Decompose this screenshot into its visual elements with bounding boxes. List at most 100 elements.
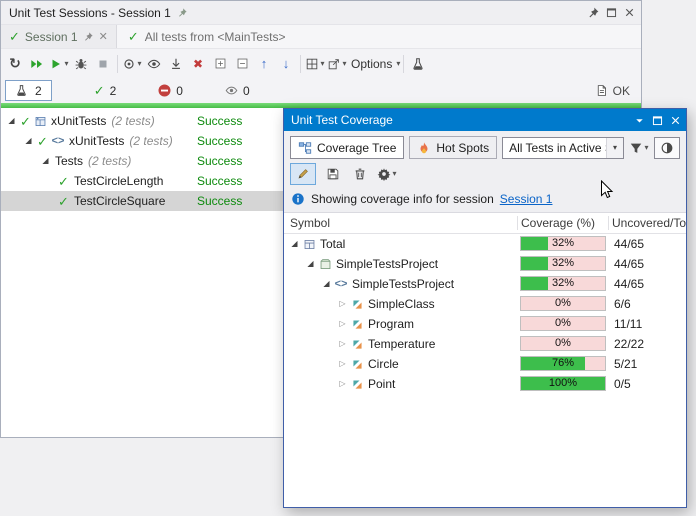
uncovered-value: 44/65: [614, 257, 644, 271]
new-session-button[interactable]: [407, 53, 429, 75]
success-check-icon: ✓: [18, 115, 33, 128]
coverage-row-namespace[interactable]: ◢ <> SimpleTestsProject 32% 44/65: [284, 274, 686, 294]
expander-icon[interactable]: ▷: [336, 320, 349, 328]
cover-tests-button[interactable]: ▾: [121, 53, 143, 75]
coverage-row-point[interactable]: ▷ Point 100% 0/5: [284, 374, 686, 394]
column-symbol[interactable]: Symbol: [284, 216, 518, 230]
close-button[interactable]: [666, 111, 684, 129]
failed-filter-button[interactable]: 0: [158, 84, 183, 98]
all-tests-label[interactable]: ✓ All tests from <MainTests>: [128, 30, 286, 44]
collapse-all-button[interactable]: [231, 53, 253, 75]
close-button[interactable]: [620, 4, 638, 22]
maximize-button[interactable]: [648, 111, 666, 129]
ignored-eye-icon: [225, 84, 238, 97]
coverage-row-total[interactable]: ◢ Total 32% 44/65: [284, 234, 686, 254]
expander-icon[interactable]: ▷: [336, 360, 349, 368]
tab-hot-spots[interactable]: Hot Spots: [409, 136, 497, 159]
sessions-title-bar[interactable]: Unit Test Sessions - Session 1: [1, 1, 641, 25]
success-check-icon: ✓: [128, 30, 139, 43]
export-button[interactable]: ▾: [326, 53, 348, 75]
passed-count: 2: [110, 84, 117, 98]
coverage-row-temperature[interactable]: ▷ Temperature 0% 22/22: [284, 334, 686, 354]
coverage-title-bar[interactable]: Unit Test Coverage: [284, 109, 686, 131]
failed-count: 0: [176, 84, 183, 98]
maximize-icon: [605, 6, 618, 19]
next-test-button[interactable]: ↓: [275, 53, 297, 75]
expander-icon[interactable]: ◢: [5, 117, 18, 125]
expander-icon[interactable]: ▷: [336, 380, 349, 388]
success-check-icon: ✓: [56, 175, 71, 188]
funnel-icon: [629, 141, 643, 155]
uncovered-value: 22/22: [614, 337, 644, 351]
class-icon: [351, 378, 364, 391]
coverage-info-bar: Showing coverage info for session Sessio…: [284, 189, 686, 212]
chevron-down-icon: ▾: [392, 170, 396, 178]
column-uncovered[interactable]: Uncovered/Tota: [608, 216, 686, 230]
close-icon: [669, 114, 682, 127]
coverage-row-project[interactable]: ◢ SimpleTestsProject 32% 44/65: [284, 254, 686, 274]
passed-filter-button[interactable]: ✓ 2: [94, 84, 117, 98]
coverage-row-circle[interactable]: ▷ Circle 76% 5/21: [284, 354, 686, 374]
stop-button[interactable]: [92, 53, 114, 75]
preview-results-button[interactable]: [143, 53, 165, 75]
chevron-down-icon: ▾: [644, 144, 648, 152]
group-by-button[interactable]: ▾: [304, 53, 326, 75]
session-status: OK: [595, 84, 630, 98]
total-tests-filter-button[interactable]: 2: [5, 80, 52, 101]
table-header[interactable]: Symbol Coverage (%) Uncovered/Tota: [284, 213, 686, 234]
document-icon: [595, 84, 608, 97]
play-icon: [49, 57, 63, 71]
maximize-button[interactable]: [602, 4, 620, 22]
save-snapshot-button[interactable]: [323, 163, 343, 185]
coverage-bar: 100%: [520, 376, 606, 391]
expander-icon[interactable]: ◢: [22, 137, 35, 145]
arrow-up-icon: ↑: [261, 56, 268, 71]
status-label: Success: [197, 194, 242, 208]
coverage-settings-button[interactable]: ▾: [377, 163, 397, 185]
failed-icon: [158, 84, 171, 97]
coverage-display-toggle-button[interactable]: [654, 137, 680, 159]
filter-button[interactable]: ▾: [629, 137, 649, 159]
delete-snapshot-button[interactable]: [350, 163, 370, 185]
coverage-tree-icon: [298, 141, 312, 155]
chevron-down-icon: ▾: [64, 60, 68, 68]
expander-icon[interactable]: ▷: [336, 300, 349, 308]
tab-close-icon[interactable]: ✕: [99, 30, 108, 43]
pin-icon[interactable]: [83, 31, 94, 42]
stop-icon: [96, 57, 110, 71]
window-pin-button[interactable]: [584, 4, 602, 22]
chevron-down-icon: ▾: [606, 138, 623, 158]
tab-coverage-tree[interactable]: Coverage Tree: [290, 136, 404, 159]
expander-icon[interactable]: ◢: [39, 157, 52, 165]
column-divider: [608, 216, 609, 230]
uncovered-value: 44/65: [614, 277, 644, 291]
coverage-row-program[interactable]: ▷ Program 0% 11/11: [284, 314, 686, 334]
coverage-view-toolbar: Coverage Tree Hot Spots All Tests in Act…: [284, 131, 686, 162]
flask-icon: [15, 84, 28, 97]
expander-icon[interactable]: ◢: [304, 260, 317, 268]
pin-icon: [587, 6, 600, 19]
debug-button[interactable]: [70, 53, 92, 75]
window-title: Unit Test Coverage: [291, 113, 393, 127]
flame-icon: [417, 141, 431, 155]
expand-all-button[interactable]: [209, 53, 231, 75]
tab-session-1[interactable]: ✓ Session 1 ✕: [1, 25, 117, 48]
remove-tests-button[interactable]: ✖: [187, 53, 209, 75]
session-filter-select[interactable]: All Tests in Active Session ▾: [502, 137, 624, 159]
test-count-suffix: (2 tests): [111, 114, 154, 128]
expander-icon[interactable]: ◢: [320, 280, 333, 288]
expander-icon[interactable]: ◢: [288, 240, 301, 248]
expander-icon[interactable]: ▷: [336, 340, 349, 348]
run-all-button[interactable]: [26, 53, 48, 75]
coverage-row-simpleclass[interactable]: ▷ SimpleClass 0% 6/6: [284, 294, 686, 314]
window-menu-button[interactable]: [630, 111, 648, 129]
move-to-session-button[interactable]: [165, 53, 187, 75]
column-coverage[interactable]: Coverage (%): [518, 216, 608, 230]
options-button[interactable]: Options▾: [348, 53, 400, 75]
highlight-code-button[interactable]: [290, 163, 316, 185]
previous-test-button[interactable]: ↑: [253, 53, 275, 75]
session-link[interactable]: Session 1: [500, 192, 553, 206]
refresh-button[interactable]: ↻: [4, 53, 26, 75]
run-selected-button[interactable]: ▾: [48, 53, 70, 75]
ignored-filter-button[interactable]: 0: [225, 84, 250, 98]
